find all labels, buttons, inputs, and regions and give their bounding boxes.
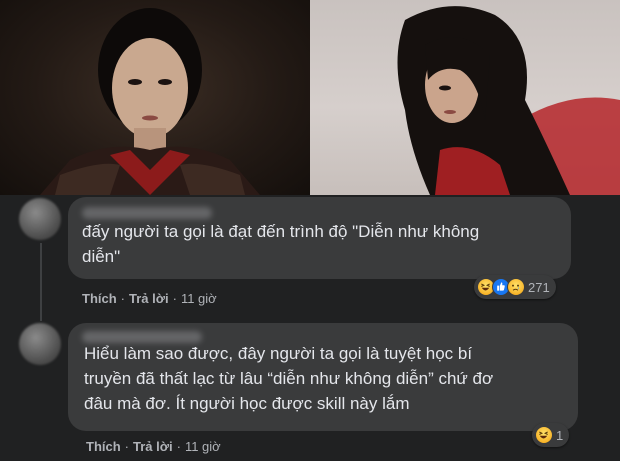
thread-connector (40, 243, 42, 321)
reply-link[interactable]: Trả lời (129, 291, 169, 306)
like-link[interactable]: Thích (86, 439, 121, 454)
timestamp[interactable]: 11 giờ (181, 291, 217, 306)
haha-icon (535, 426, 553, 444)
comment-actions: Thích · Trả lời · 11 giờ (86, 439, 221, 454)
separator: · (124, 439, 130, 454)
like-link[interactable]: Thích (82, 291, 117, 306)
comment-thread: đấy người ta gọi là đạt đến trình độ "Di… (0, 195, 620, 461)
commenter-avatar[interactable] (19, 323, 61, 365)
reaction-count: 271 (528, 279, 550, 295)
header-images (0, 0, 620, 195)
reaction-count: 1 (556, 427, 564, 443)
comment-text: Hiểu làm sao được, đây người ta gọi là t… (84, 344, 494, 413)
commenter-name-blurred[interactable] (82, 207, 212, 219)
separator: · (120, 291, 126, 306)
photo-actress-front (0, 0, 310, 195)
comment-text: đấy người ta gọi là đạt đến trình độ "Di… (82, 222, 480, 266)
reaction-summary[interactable]: 1 (532, 423, 570, 447)
reply-link[interactable]: Trả lời (133, 439, 173, 454)
commenter-avatar[interactable] (19, 198, 61, 240)
timestamp[interactable]: 11 giờ (185, 439, 221, 454)
photo-actress-side (310, 0, 620, 195)
reaction-summary[interactable]: 271 (474, 275, 556, 299)
separator: · (176, 439, 181, 454)
separator: · (172, 291, 177, 306)
comment-bubble: đấy người ta gọi là đạt đến trình độ "Di… (68, 197, 571, 279)
comment-bubble: Hiểu làm sao được, đây người ta gọi là t… (68, 323, 578, 431)
sad-icon (507, 278, 525, 296)
comment-actions: Thích · Trả lời · 11 giờ (82, 291, 217, 306)
